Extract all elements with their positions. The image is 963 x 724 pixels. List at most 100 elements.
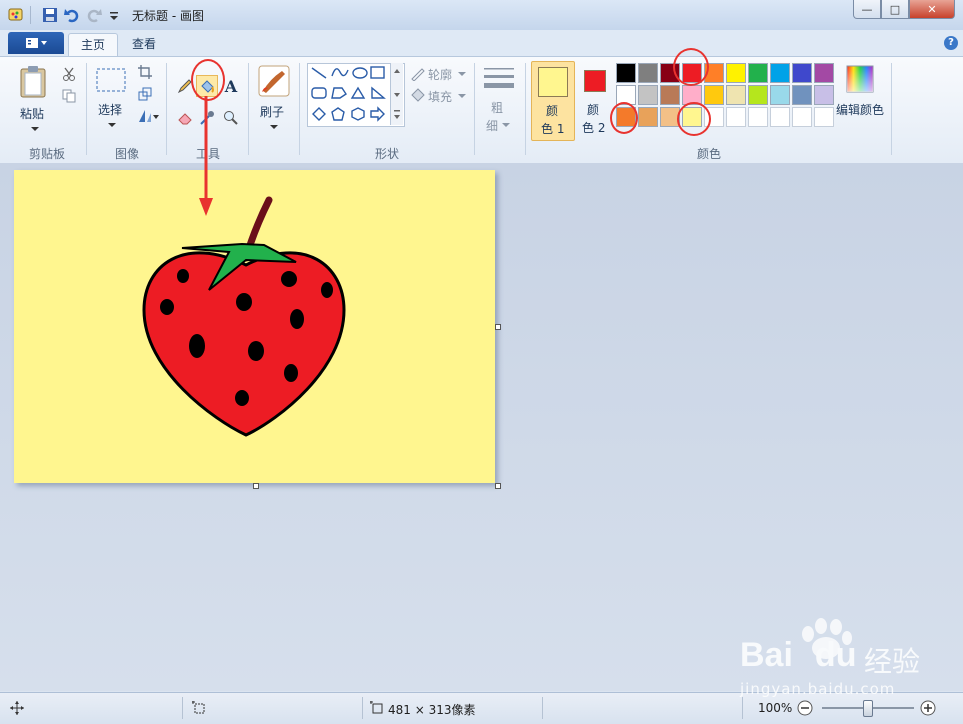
palette-swatch-empty[interactable] <box>726 107 746 127</box>
shapes-scroll[interactable] <box>390 63 403 125</box>
chevron-down-icon <box>458 72 466 76</box>
magnifier-icon[interactable] <box>220 107 242 129</box>
copy-icon[interactable] <box>58 85 80 107</box>
separator <box>86 63 87 155</box>
tab-home[interactable]: 主页 <box>68 33 119 57</box>
zoom-slider-thumb[interactable] <box>863 700 873 717</box>
zoom-in-icon[interactable] <box>920 700 936 716</box>
color2-button[interactable]: 颜 色 2 <box>578 61 612 139</box>
color1-button[interactable]: 颜 色 1 <box>531 61 575 141</box>
group-label-colors: 颜色 <box>696 147 721 161</box>
palette-swatch-empty[interactable] <box>770 107 790 127</box>
selection-size-icon <box>192 701 205 714</box>
palette-swatch-empty[interactable] <box>814 107 834 127</box>
zoom-level: 100% <box>758 701 793 715</box>
canvas-size-icon <box>370 701 383 714</box>
separator <box>166 63 167 155</box>
zoom-out-icon[interactable] <box>797 700 813 716</box>
separator <box>474 63 475 155</box>
palette-swatch[interactable] <box>638 107 658 127</box>
fill-dropdown[interactable]: 填充 <box>410 87 470 105</box>
separator <box>248 63 249 155</box>
eraser-icon[interactable] <box>174 107 196 129</box>
palette-swatch[interactable] <box>638 63 658 83</box>
palette-swatch[interactable] <box>770 63 790 83</box>
annotation-circle-fill-tool <box>191 59 225 101</box>
palette-swatch[interactable] <box>704 85 724 105</box>
window-controls: — □ ✕ <box>853 0 955 20</box>
color2-label-line2: 色 2 <box>582 121 606 135</box>
palette-swatch[interactable] <box>726 63 746 83</box>
canvas-size-text: 481 × 313像素 <box>388 703 476 717</box>
palette-swatch[interactable] <box>792 63 812 83</box>
palette-swatch[interactable] <box>814 63 834 83</box>
tab-view[interactable]: 查看 <box>120 33 168 56</box>
resize-handle-right[interactable] <box>495 324 501 330</box>
paste-button[interactable]: 粘贴 <box>14 63 54 135</box>
color1-label-line2: 色 1 <box>541 122 565 136</box>
palette-swatch[interactable] <box>748 85 768 105</box>
palette-swatch[interactable] <box>616 63 636 83</box>
outline-label: 轮廓 <box>428 68 453 82</box>
customize-toolbar-icon[interactable] <box>108 7 124 23</box>
minimize-button[interactable]: — <box>853 0 881 19</box>
palette-swatch[interactable] <box>660 85 680 105</box>
strawberry-drawing <box>142 196 346 437</box>
chevron-down-icon <box>502 123 510 127</box>
outline-dropdown[interactable]: 轮廓 <box>410 65 470 83</box>
palette-swatch[interactable] <box>726 85 746 105</box>
chevron-down-icon <box>270 125 278 129</box>
edit-colors-button[interactable]: 编辑颜色 <box>836 63 886 135</box>
cut-icon[interactable] <box>58 63 80 85</box>
cursor-position-icon <box>10 701 24 715</box>
zoom-slider[interactable] <box>822 700 914 717</box>
color-spectrum-icon <box>846 65 874 93</box>
paint-menu-button[interactable] <box>8 32 64 54</box>
line-size-icon <box>484 68 514 88</box>
menu-icon <box>26 38 47 48</box>
palette-swatch-empty[interactable] <box>792 107 812 127</box>
scroll-arrows-icon <box>394 69 400 119</box>
close-button[interactable]: ✕ <box>909 0 955 19</box>
palette-swatch[interactable] <box>814 85 834 105</box>
paste-label: 粘贴 <box>20 107 45 121</box>
help-icon[interactable]: ? <box>944 36 958 50</box>
outline-icon <box>411 68 425 81</box>
palette-swatch[interactable] <box>748 63 768 83</box>
palette-swatch[interactable] <box>792 85 812 105</box>
select-label: 选择 <box>98 103 123 117</box>
redo-icon[interactable] <box>86 7 102 23</box>
fill-label: 填充 <box>428 90 453 104</box>
edit-colors-label: 编辑颜色 <box>836 103 885 117</box>
palette-swatch[interactable] <box>770 85 790 105</box>
save-icon[interactable] <box>42 7 58 23</box>
chevron-down-icon <box>458 94 466 98</box>
group-label-image: 图像 <box>114 147 139 161</box>
crop-icon[interactable] <box>134 61 156 83</box>
group-label-clipboard: 剪贴板 <box>28 147 65 161</box>
maximize-button[interactable]: □ <box>881 0 909 19</box>
resize-handle-bottom[interactable] <box>253 483 259 489</box>
brushes-button[interactable]: 刷子 <box>254 63 294 135</box>
undo-icon[interactable] <box>64 7 80 23</box>
selection-icon <box>96 68 126 92</box>
select-button[interactable]: 选择 <box>94 65 128 135</box>
resize-icon[interactable] <box>134 83 156 105</box>
palette-swatch-empty[interactable] <box>748 107 768 127</box>
window-title: 无标题 - 画图 <box>132 9 204 23</box>
size-label-line2: 细 <box>486 119 499 133</box>
resize-handle-corner[interactable] <box>495 483 501 489</box>
rotate-icon[interactable] <box>134 105 162 127</box>
drawing-canvas[interactable] <box>14 170 495 483</box>
color-palette <box>616 63 836 129</box>
chevron-down-icon <box>108 123 116 127</box>
watermark-brand2: du <box>814 636 857 674</box>
brush-icon <box>258 65 290 97</box>
paint-app-icon[interactable] <box>8 7 24 23</box>
brushes-label: 刷子 <box>260 105 285 119</box>
watermark-cn: 经验 <box>864 645 921 678</box>
palette-swatch[interactable] <box>638 85 658 105</box>
fill-icon <box>411 88 425 102</box>
annotation-circle-light-yellow <box>677 102 711 136</box>
size-button[interactable]: 粗 细 <box>480 63 518 135</box>
